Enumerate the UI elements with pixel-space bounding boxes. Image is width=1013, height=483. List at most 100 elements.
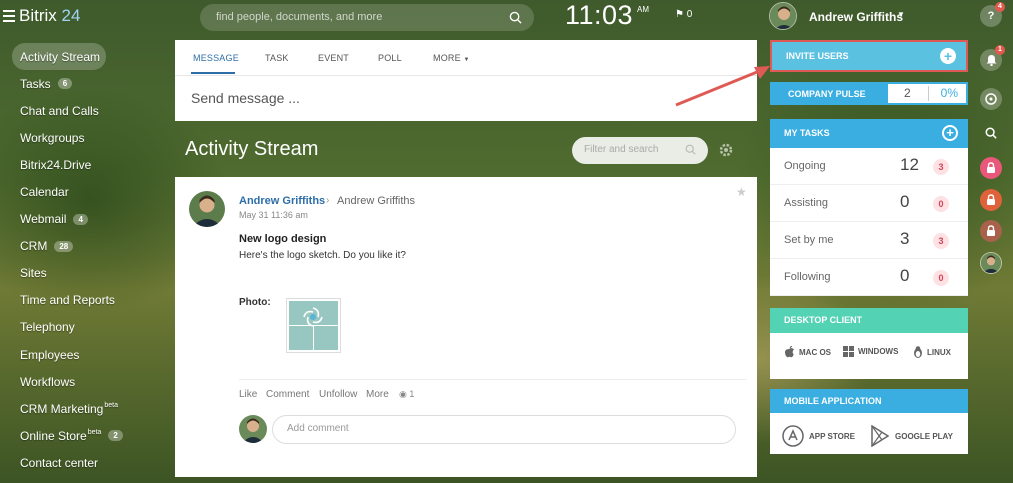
google-play-icon [871,425,890,447]
more-button[interactable]: More [366,389,389,400]
task-count: 0 [900,266,910,285]
clock[interactable]: 11:03 [565,0,633,31]
count-badge: 2 [108,430,123,442]
tab-task[interactable]: TASK [265,53,289,63]
task-counter-badge[interactable]: 0 [933,270,949,286]
menu-icon[interactable] [3,10,15,22]
download-linux-link[interactable]: LINUX [913,346,951,358]
sidebar-item-activity-stream[interactable]: Activity Stream [12,43,106,71]
sidebar-item-calendar[interactable]: Calendar [12,178,162,205]
sidebar-item-label: Webmail [20,212,67,227]
filter-search-input[interactable]: Filter and search [572,137,708,164]
message-input[interactable]: Send message ... [191,90,300,106]
active-tab-indicator [191,72,235,74]
lock-icon[interactable] [980,189,1002,211]
chevron-down-icon[interactable]: ▼ [897,10,905,19]
task-row-assisting[interactable]: Assisting 0 0 [770,185,968,222]
sidebar-item-label: Contact center [20,455,99,470]
photo-thumbnail[interactable] [286,298,341,353]
sidebar-item-online-store[interactable]: Online Store beta 2 [12,422,162,449]
sidebar-item-webmail[interactable]: Webmail 4 [12,206,162,233]
contact-avatar[interactable] [980,252,1002,274]
tab-more[interactable]: MORE ▼ [433,53,470,63]
sidebar-item-crm-marketing[interactable]: CRM Marketing beta [12,395,162,422]
divider [239,379,746,380]
sidebar-item-chat-and-calls[interactable]: Chat and Calls [12,97,162,124]
sidebar-item-sites[interactable]: Sites [12,260,162,287]
like-button[interactable]: Like [239,389,257,400]
task-count: 0 [900,192,910,211]
post-recipient-link[interactable]: Andrew Griffiths [337,195,415,207]
gear-icon[interactable] [718,142,734,158]
sidebar-item-label: Bitrix24.Drive [20,157,92,172]
post-title: New logo design [239,233,327,245]
bell-icon[interactable]: 1 [980,45,1005,71]
sidebar-item-label: Calendar [20,185,69,200]
tasks-title[interactable]: MY TASKS [784,128,830,138]
flag-counter[interactable]: ⚑ 0 [675,9,692,20]
sidebar-item-label: Employees [20,347,80,362]
sidebar-item-workgroups[interactable]: Workgroups [12,124,162,151]
count-badge: 28 [54,240,74,252]
user-name[interactable]: Andrew Griffiths [809,10,903,24]
search-icon [509,11,522,24]
task-count: 12 [900,155,919,174]
task-counter-badge[interactable]: 3 [933,159,949,175]
sidebar-item-label: Time and Reports [20,293,115,308]
tab-event[interactable]: EVENT [318,53,349,63]
sidebar-item-label: Activity Stream [20,49,101,64]
invite-users-button[interactable]: INVITE USERS + [770,40,968,72]
logo-sketch-icon [303,307,323,327]
eye-icon: ◉ [399,389,407,399]
task-counter-badge[interactable]: 3 [933,233,949,249]
sidebar-item-employees[interactable]: Employees [12,341,162,368]
star-icon[interactable]: ★ [736,185,747,199]
sidebar-item-contact-center[interactable]: Contact center [12,449,162,476]
unfollow-button[interactable]: Unfollow [319,389,357,400]
post-author-link[interactable]: Andrew Griffiths [239,195,325,207]
sidebar-item-tasks[interactable]: Tasks 6 [12,70,162,97]
sidebar-item-workflows[interactable]: Workflows [12,368,162,395]
post-date[interactable]: May 31 11:36 am [239,210,308,220]
count-badge: 6 [57,78,73,90]
sidebar-item-telephony[interactable]: Telephony [12,314,162,341]
chat-icon[interactable] [980,88,1002,110]
comment-input[interactable]: Add comment [272,415,736,444]
download-windows-link[interactable]: WINDOWS [843,346,898,357]
tab-poll[interactable]: POLL [378,53,402,63]
app-logo[interactable]: Bitrix 24 [19,6,80,26]
download-macos-link[interactable]: MAC OS [784,346,831,358]
task-counter-badge[interactable]: 0 [933,196,949,212]
page-title: Activity Stream [185,138,319,160]
sidebar-item-crm[interactable]: CRM 28 [12,233,162,260]
task-row-following[interactable]: Following 0 0 [770,259,968,296]
chevron-right-icon: › [326,195,330,206]
company-pulse-widget[interactable]: COMPANY PULSE 2 0% [770,82,968,105]
count-badge: 4 [73,213,88,225]
tab-message[interactable]: MESSAGE [193,53,239,63]
lock-icon[interactable] [980,220,1002,242]
task-row-label: Following [784,271,831,283]
sidebar-item-label: Workgroups [20,130,85,145]
app-store-link[interactable]: APP STORE [782,425,855,447]
task-row-set-by-me[interactable]: Set by me 3 3 [770,222,968,259]
user-avatar[interactable] [769,2,797,30]
view-count[interactable]: ◉ 1 [399,389,414,400]
sidebar-item-time-and-reports[interactable]: Time and Reports [12,287,162,314]
task-row-ongoing[interactable]: Ongoing 12 3 [770,148,968,185]
help-icon[interactable]: ? 4 [980,2,1005,27]
google-play-link[interactable]: GOOGLE PLAY [870,425,953,447]
desktop-client-title: DESKTOP CLIENT [770,308,968,333]
chevron-down-icon: ▼ [463,57,470,63]
search-icon[interactable] [980,122,1002,144]
annotation-arrow [675,66,770,107]
author-avatar[interactable] [189,191,225,227]
global-search-input[interactable]: find people, documents, and more [200,4,534,31]
sidebar-item-bitrix24-drive[interactable]: Bitrix24.Drive [12,151,162,178]
sidebar-item-label: Tasks [20,76,51,91]
add-task-icon[interactable]: + [942,125,958,141]
clock-ampm: AM [637,5,649,14]
comment-button[interactable]: Comment [266,389,309,400]
task-count: 3 [900,229,910,248]
lock-icon[interactable] [980,157,1002,179]
